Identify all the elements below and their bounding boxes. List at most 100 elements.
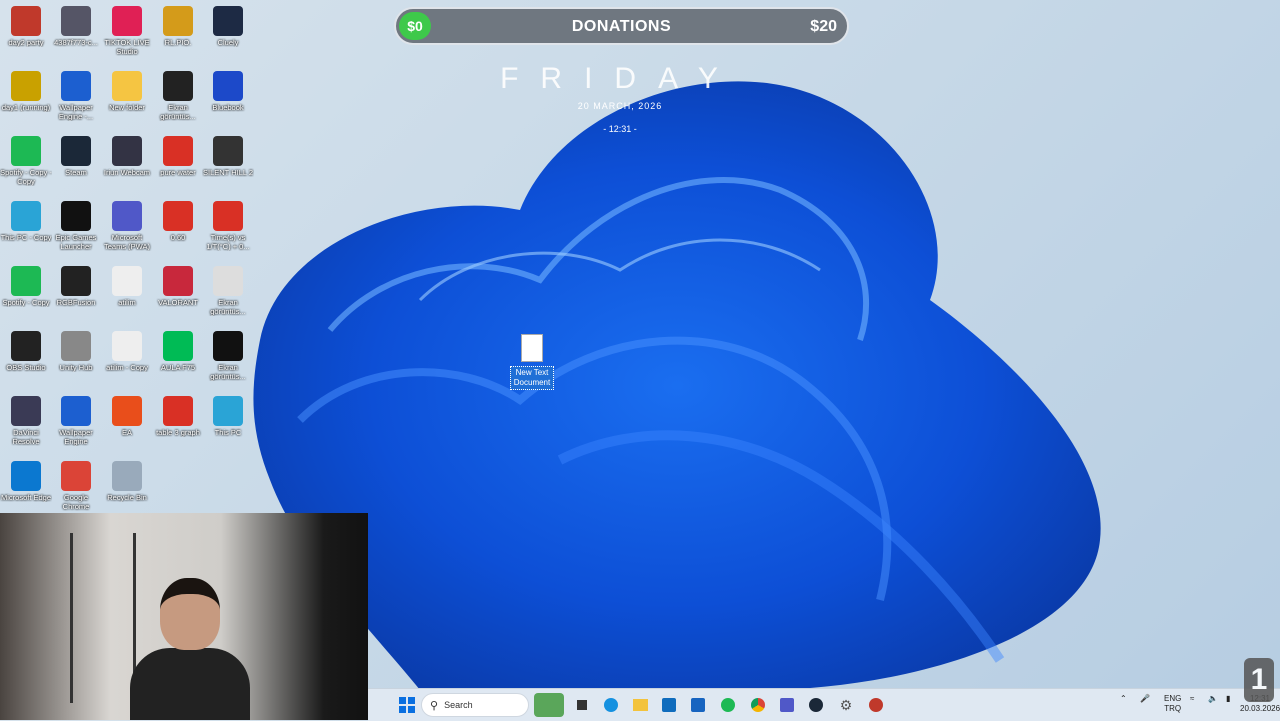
taskbar-search[interactable]: ⚲ Search xyxy=(421,693,529,717)
app-icon xyxy=(112,6,142,36)
app-icon xyxy=(163,266,193,296)
desktop-icon-label: Wallpaper Engine -... xyxy=(58,103,94,121)
wifi-icon[interactable]: ≈ xyxy=(1190,694,1194,704)
app-icon xyxy=(213,71,243,101)
battery-icon[interactable]: ▮ xyxy=(1226,694,1230,704)
taskbar: ⚲ Search ⚙ ⌃ 🎤 ENG TRQ ≈ 🔈 ▮ 12:31 20.03… xyxy=(368,688,1280,721)
desktop-icon[interactable]: Steam xyxy=(50,136,102,177)
desktop-icon[interactable]: Microsoft Edge xyxy=(0,461,52,502)
desktop-icon-label: day2 party xyxy=(8,38,44,47)
desktop-icon[interactable]: New folder xyxy=(101,71,153,112)
desktop-icon[interactable]: VALORANT xyxy=(152,266,204,307)
desktop-icon[interactable]: This PC xyxy=(202,396,254,437)
desktop-icon[interactable]: Ekran görüntüs... xyxy=(202,266,254,316)
widgets-icon[interactable] xyxy=(534,693,564,717)
desktop-icon-label: RL.PIO. xyxy=(164,38,192,47)
desktop-icon-label: Ekran görüntüs... xyxy=(210,363,246,381)
desktop-icon-label: EA xyxy=(121,428,132,437)
desktop-icon-label: Ekran görüntüs... xyxy=(210,298,246,316)
chrome-icon[interactable] xyxy=(748,693,768,717)
desktop-icon[interactable]: pure water xyxy=(152,136,204,177)
desktop-icon-label: 4387f773-c... xyxy=(54,38,98,47)
outlook-icon[interactable] xyxy=(659,693,679,717)
app-icon xyxy=(213,331,243,361)
desktop-icon-label: pure water xyxy=(160,168,196,177)
volume-icon[interactable]: 🔈 xyxy=(1208,694,1218,704)
desktop-icon[interactable]: Bluebook xyxy=(202,71,254,112)
task-view-icon[interactable] xyxy=(572,693,592,717)
app-icon xyxy=(213,136,243,166)
donation-goal-amount: $20 xyxy=(810,18,837,35)
desktop-icon[interactable]: 0.60 xyxy=(152,201,204,242)
desktop-icon[interactable]: Time(s) vs 1/T(°C) + 0... xyxy=(202,201,254,251)
app-icon xyxy=(163,396,193,426)
start-button[interactable] xyxy=(396,693,418,717)
desktop-icon[interactable]: Unity Hub xyxy=(50,331,102,372)
chevron-up-icon[interactable]: ⌃ xyxy=(1120,694,1127,704)
clock-date: 20 MARCH, 2026 xyxy=(577,101,663,111)
desktop-icon-label: Microsoft Teams (PWA) xyxy=(104,233,150,251)
desktop-icon[interactable]: day2 party xyxy=(0,6,52,47)
desktop-icon[interactable]: Wallpaper Engine xyxy=(50,396,102,446)
desktop-icon[interactable]: This PC - Copy xyxy=(0,201,52,242)
desktop-icon[interactable]: Epic Games Launcher xyxy=(50,201,102,251)
store-icon[interactable] xyxy=(688,693,708,717)
notification-badge: 1 xyxy=(1244,658,1274,702)
desktop-icon-label: table 3 graph xyxy=(156,428,200,437)
app-icon xyxy=(61,136,91,166)
desktop-icon[interactable]: day1 (running) xyxy=(0,71,52,112)
file-explorer-icon[interactable] xyxy=(630,693,650,717)
spotify-icon[interactable] xyxy=(718,693,738,717)
desktop-icon[interactable]: atilim - Copy xyxy=(101,331,153,372)
microphone-icon[interactable]: 🎤 xyxy=(1140,694,1150,704)
desktop-icon-label: Iriun Webcam xyxy=(103,168,151,177)
desktop-icon[interactable]: Cluely xyxy=(202,6,254,47)
app-icon xyxy=(11,71,41,101)
desktop-icon[interactable]: Iriun Webcam xyxy=(101,136,153,177)
new-text-document-label[interactable]: New Text Document xyxy=(510,366,554,390)
app-icon xyxy=(11,396,41,426)
desktop-icon-label: DaVinci Resolve xyxy=(12,428,40,446)
desktop-icon[interactable]: TIKTOK LIVE Studio xyxy=(101,6,153,56)
donation-goal-bar: $0 DONATIONS $20 xyxy=(394,7,849,45)
game-icon[interactable] xyxy=(866,693,886,717)
app-icon xyxy=(163,6,193,36)
desktop-icon[interactable]: SILENT HILL 2 xyxy=(202,136,254,177)
desktop-icon-label: Google Chrome xyxy=(62,493,90,511)
desktop-icon-label: Bluebook xyxy=(212,103,244,112)
edge-icon[interactable] xyxy=(601,693,621,717)
language-indicator[interactable]: ENG TRQ xyxy=(1164,694,1181,714)
desktop-icon[interactable]: AULA F75 xyxy=(152,331,204,372)
webcam-person-head xyxy=(160,578,220,650)
app-icon xyxy=(163,71,193,101)
lang-bottom: TRQ xyxy=(1164,704,1182,713)
desktop-icon[interactable]: Spotify - Copy xyxy=(0,266,52,307)
app-icon xyxy=(112,331,142,361)
desktop-icon[interactable]: table 3 graph xyxy=(152,396,204,437)
clock-time: - 12:31 - xyxy=(603,124,637,134)
desktop-icon[interactable]: 4387f773-c... xyxy=(50,6,102,47)
teams-icon[interactable] xyxy=(777,693,797,717)
settings-gear-icon[interactable]: ⚙ xyxy=(836,693,856,717)
desktop-icon[interactable]: DaVinci Resolve xyxy=(0,396,52,446)
desktop-icon[interactable]: Google Chrome xyxy=(50,461,102,511)
desktop-icon[interactable]: Recycle Bin xyxy=(101,461,153,502)
desktop-icon[interactable]: RL.PIO. xyxy=(152,6,204,47)
desktop-icon[interactable]: Microsoft Teams (PWA) xyxy=(101,201,153,251)
desktop-icon[interactable]: EA xyxy=(101,396,153,437)
app-icon xyxy=(213,266,243,296)
app-icon xyxy=(11,461,41,491)
desktop-icon[interactable]: OBS Studio xyxy=(0,331,52,372)
steam-icon[interactable] xyxy=(806,693,826,717)
desktop-icon[interactable]: RGBFusion xyxy=(50,266,102,307)
app-icon xyxy=(112,71,142,101)
desktop-icon[interactable]: Ekran görüntüs... xyxy=(152,71,204,121)
desktop-icon[interactable]: Wallpaper Engine -... xyxy=(50,71,102,121)
webcam-overlay xyxy=(0,513,368,720)
desktop-icon[interactable]: atilim xyxy=(101,266,153,307)
desktop-icon[interactable]: Spotify - Copy - Copy xyxy=(0,136,52,186)
desktop-icon[interactable]: Ekran görüntüs... xyxy=(202,331,254,381)
desktop-icon-label: This PC - Copy xyxy=(0,233,52,242)
app-icon xyxy=(163,136,193,166)
new-text-document[interactable]: New Text Document xyxy=(510,334,554,390)
